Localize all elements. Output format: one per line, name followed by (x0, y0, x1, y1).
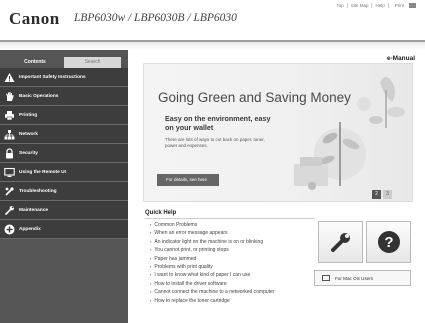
header: Canon LBP6030w / LBP6030B / LBP6030 Top … (0, 0, 425, 40)
sidebar-list: Important Safety Instructions Basic Oper… (0, 68, 128, 239)
carousel-page-2[interactable]: 2 (372, 190, 381, 199)
sidebar-item-label: Maintenance (19, 207, 49, 213)
quick-help-title: Quick Help (145, 210, 177, 216)
sidebar-item-label: Printing (19, 112, 38, 118)
hero-subtitle: Easy on the environment, easy on your wa… (165, 114, 271, 132)
sidebar-item-basic-operations[interactable]: Basic Operations (0, 87, 128, 106)
sidebar-item-label: Basic Operations (19, 93, 59, 99)
list-item[interactable]: Cannot connect the machine to a networke… (150, 288, 274, 296)
tools-icon (4, 186, 15, 197)
sidebar-item-label: Network (19, 131, 38, 137)
warning-icon (4, 72, 15, 83)
mac-users-button[interactable]: For Mac OS Users (314, 270, 411, 286)
carousel-pager: 2 3 (372, 190, 392, 199)
list-item[interactable]: How to replace the toner cartridge (150, 297, 275, 305)
quick-help-list: Common Problems When an error message ap… (150, 221, 275, 305)
monitor-icon (322, 275, 330, 281)
top-link[interactable]: Top (333, 3, 346, 8)
help-button[interactable]: ? (366, 221, 411, 263)
tab-contents[interactable]: Contents (7, 57, 63, 68)
list-item[interactable]: An indicator light on the machine is on … (150, 238, 275, 246)
hero-title: Going Green and Saving Money (158, 90, 351, 105)
model-title: LBP6030w / LBP6030B / LBP6030 (74, 12, 237, 24)
hero-banner: Going Green and Saving Money Easy on the… (143, 63, 413, 202)
sidebar-item-label: Security (19, 150, 38, 156)
sidebar-item-label: Troubleshooting (19, 188, 57, 194)
mac-users-label: For Mac OS Users (335, 275, 374, 281)
sidebar-item-label: Using the Remote UI (19, 169, 66, 175)
lock-icon (4, 147, 15, 159)
sidebar-item-appendix[interactable]: Appendix (0, 220, 128, 239)
wrench-icon (4, 205, 15, 216)
list-item[interactable]: I want to know what kind of paper I can … (150, 271, 275, 279)
sidebar-item-troubleshooting[interactable]: Troubleshooting (0, 182, 128, 201)
printer-icon (409, 3, 416, 9)
sidebar: Contents Search Important Safety Instruc… (0, 50, 128, 323)
list-item[interactable]: Problems with print quality (150, 263, 275, 271)
monitor-icon (4, 167, 15, 178)
print-link[interactable]: Print (387, 3, 419, 9)
troubleshooting-button[interactable] (318, 221, 363, 263)
sidebar-item-safety[interactable]: Important Safety Instructions (0, 68, 128, 87)
list-item[interactable]: Paper has jammed (150, 255, 275, 263)
list-item[interactable]: When an error message appears (150, 229, 275, 237)
list-item[interactable]: You cannot print, or printing stops (150, 246, 275, 254)
sidebar-item-remote-ui[interactable]: Using the Remote UI (0, 163, 128, 182)
sidebar-item-network[interactable]: Network (0, 125, 128, 144)
plus-circle-icon (4, 224, 15, 235)
svg-text:?: ? (384, 234, 393, 251)
wrench-icon (330, 233, 350, 252)
sidebar-item-label: Important Safety Instructions (19, 74, 86, 80)
divider (145, 218, 315, 219)
top-links: Top Site Map Help Print (333, 3, 419, 9)
network-icon (4, 129, 15, 140)
sidebar-item-printing[interactable]: Printing (0, 106, 128, 125)
sidebar-item-security[interactable]: Security (0, 144, 128, 163)
question-icon: ? (377, 231, 400, 253)
help-link[interactable]: Help (371, 3, 387, 9)
print-label: Print (394, 3, 404, 8)
manual-label: e-Manual (386, 55, 415, 62)
hand-icon (4, 91, 15, 102)
list-item[interactable]: How to install the driver software (150, 280, 275, 288)
header-shadow (0, 42, 425, 50)
details-button[interactable]: For details, see here (157, 174, 219, 186)
sidebar-tabs: Contents Search (0, 57, 128, 68)
canon-logo[interactable]: Canon (9, 9, 60, 29)
carousel-page-3[interactable]: 3 (383, 190, 392, 199)
site-map-link[interactable]: Site Map (346, 3, 372, 9)
printer-icon (4, 110, 15, 121)
hero-body: There are lots of ways to cut back on pa… (165, 137, 265, 148)
sidebar-item-label: Appendix (19, 226, 41, 232)
sidebar-item-maintenance[interactable]: Maintenance (0, 201, 128, 220)
list-item[interactable]: Common Problems (150, 221, 275, 229)
tab-search[interactable]: Search (64, 57, 121, 68)
